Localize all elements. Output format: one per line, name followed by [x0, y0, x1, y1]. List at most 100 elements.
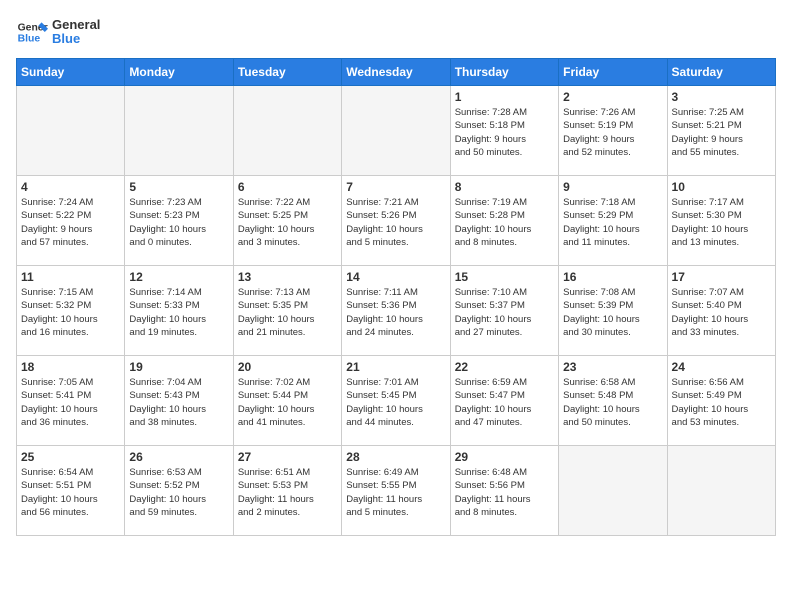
weekday-header: Monday [125, 59, 233, 86]
day-number: 22 [455, 360, 554, 374]
day-number: 6 [238, 180, 337, 194]
svg-text:Blue: Blue [18, 34, 41, 45]
day-number: 26 [129, 450, 228, 464]
calendar-cell: 15 Sunrise: 7:10 AM Sunset: 5:37 PM Dayli… [450, 266, 558, 356]
day-info: Sunrise: 7:19 AM Sunset: 5:28 PM Dayligh… [455, 196, 554, 249]
calendar-cell: 19 Sunrise: 7:04 AM Sunset: 5:43 PM Dayli… [125, 356, 233, 446]
logo-icon: General Blue [16, 16, 48, 48]
day-info: Sunrise: 6:53 AM Sunset: 5:52 PM Dayligh… [129, 466, 228, 519]
day-number: 14 [346, 270, 445, 284]
day-info: Sunrise: 7:13 AM Sunset: 5:35 PM Dayligh… [238, 286, 337, 339]
calendar-cell: 25 Sunrise: 6:54 AM Sunset: 5:51 PM Dayli… [17, 446, 125, 536]
day-info: Sunrise: 7:11 AM Sunset: 5:36 PM Dayligh… [346, 286, 445, 339]
day-info: Sunrise: 7:04 AM Sunset: 5:43 PM Dayligh… [129, 376, 228, 429]
calendar-cell: 27Sunrise: 6:51 AM Sunset: 5:53 PM Dayli… [233, 446, 341, 536]
weekday-header: Sunday [17, 59, 125, 86]
calendar-cell [17, 86, 125, 176]
day-info: Sunrise: 6:56 AM Sunset: 5:49 PM Dayligh… [672, 376, 771, 429]
calendar-cell: 29Sunrise: 6:48 AM Sunset: 5:56 PM Dayli… [450, 446, 558, 536]
calendar-table: SundayMondayTuesdayWednesdayThursdayFrid… [16, 58, 776, 536]
day-number: 5 [129, 180, 228, 194]
day-number: 4 [21, 180, 120, 194]
day-info: Sunrise: 7:23 AM Sunset: 5:23 PM Dayligh… [129, 196, 228, 249]
calendar-week-row: 1 Sunrise: 7:28 AM Sunset: 5:18 PM Daylig… [17, 86, 776, 176]
calendar-cell: 20Sunrise: 7:02 AM Sunset: 5:44 PM Dayli… [233, 356, 341, 446]
day-number: 23 [563, 360, 662, 374]
day-info: Sunrise: 7:17 AM Sunset: 5:30 PM Dayligh… [672, 196, 771, 249]
weekday-header: Thursday [450, 59, 558, 86]
calendar-cell: 14 Sunrise: 7:11 AM Sunset: 5:36 PM Dayli… [342, 266, 450, 356]
day-number: 7 [346, 180, 445, 194]
weekday-header: Saturday [667, 59, 775, 86]
day-number: 11 [21, 270, 120, 284]
calendar-cell: 6 Sunrise: 7:22 AM Sunset: 5:25 PM Daylig… [233, 176, 341, 266]
day-number: 15 [455, 270, 554, 284]
day-number: 1 [455, 90, 554, 104]
day-number: 27 [238, 450, 337, 464]
day-info: Sunrise: 7:15 AM Sunset: 5:32 PM Dayligh… [21, 286, 120, 339]
day-info: Sunrise: 7:14 AM Sunset: 5:33 PM Dayligh… [129, 286, 228, 339]
calendar-cell: 10 Sunrise: 7:17 AM Sunset: 5:30 PM Dayli… [667, 176, 775, 266]
calendar-cell: 18 Sunrise: 7:05 AM Sunset: 5:41 PM Dayli… [17, 356, 125, 446]
day-info: Sunrise: 7:02 AM Sunset: 5:44 PM Dayligh… [238, 376, 337, 429]
day-number: 9 [563, 180, 662, 194]
calendar-cell [233, 86, 341, 176]
calendar-cell: 24 Sunrise: 6:56 AM Sunset: 5:49 PM Dayli… [667, 356, 775, 446]
day-number: 19 [129, 360, 228, 374]
day-info: Sunrise: 7:10 AM Sunset: 5:37 PM Dayligh… [455, 286, 554, 339]
day-info: Sunrise: 7:21 AM Sunset: 5:26 PM Dayligh… [346, 196, 445, 249]
day-info: Sunrise: 7:24 AM Sunset: 5:22 PM Dayligh… [21, 196, 120, 249]
calendar-cell: 17 Sunrise: 7:07 AM Sunset: 5:40 PM Dayli… [667, 266, 775, 356]
day-info: Sunrise: 6:58 AM Sunset: 5:48 PM Dayligh… [563, 376, 662, 429]
day-number: 2 [563, 90, 662, 104]
calendar-cell [125, 86, 233, 176]
day-number: 24 [672, 360, 771, 374]
weekday-header: Wednesday [342, 59, 450, 86]
day-info: Sunrise: 7:25 AM Sunset: 5:21 PM Dayligh… [672, 106, 771, 159]
day-number: 21 [346, 360, 445, 374]
day-info: Sunrise: 7:28 AM Sunset: 5:18 PM Dayligh… [455, 106, 554, 159]
calendar-cell: 28 Sunrise: 6:49 AM Sunset: 5:55 PM Dayli… [342, 446, 450, 536]
logo: General Blue General Blue [16, 16, 100, 48]
day-number: 29 [455, 450, 554, 464]
calendar-cell [342, 86, 450, 176]
calendar-week-row: 11 Sunrise: 7:15 AM Sunset: 5:32 PM Dayli… [17, 266, 776, 356]
calendar-cell: 7 Sunrise: 7:21 AM Sunset: 5:26 PM Daylig… [342, 176, 450, 266]
calendar-cell: 26 Sunrise: 6:53 AM Sunset: 5:52 PM Dayli… [125, 446, 233, 536]
calendar-cell: 2 Sunrise: 7:26 AM Sunset: 5:19 PM Daylig… [559, 86, 667, 176]
page-header: General Blue General Blue [16, 16, 776, 48]
day-info: Sunrise: 7:22 AM Sunset: 5:25 PM Dayligh… [238, 196, 337, 249]
day-info: Sunrise: 7:01 AM Sunset: 5:45 PM Dayligh… [346, 376, 445, 429]
calendar-cell: 16 Sunrise: 7:08 AM Sunset: 5:39 PM Dayli… [559, 266, 667, 356]
weekday-header: Tuesday [233, 59, 341, 86]
day-number: 18 [21, 360, 120, 374]
calendar-week-row: 4 Sunrise: 7:24 AM Sunset: 5:22 PM Daylig… [17, 176, 776, 266]
calendar-cell: 1 Sunrise: 7:28 AM Sunset: 5:18 PM Daylig… [450, 86, 558, 176]
day-info: Sunrise: 6:49 AM Sunset: 5:55 PM Dayligh… [346, 466, 445, 519]
day-number: 8 [455, 180, 554, 194]
calendar-week-row: 25 Sunrise: 6:54 AM Sunset: 5:51 PM Dayli… [17, 446, 776, 536]
day-info: Sunrise: 6:54 AM Sunset: 5:51 PM Dayligh… [21, 466, 120, 519]
day-info: Sunrise: 7:05 AM Sunset: 5:41 PM Dayligh… [21, 376, 120, 429]
calendar-cell: 8 Sunrise: 7:19 AM Sunset: 5:28 PM Daylig… [450, 176, 558, 266]
calendar-cell: 5 Sunrise: 7:23 AM Sunset: 5:23 PM Daylig… [125, 176, 233, 266]
calendar-header-row: SundayMondayTuesdayWednesdayThursdayFrid… [17, 59, 776, 86]
calendar-cell: 9Sunrise: 7:18 AM Sunset: 5:29 PM Daylig… [559, 176, 667, 266]
day-number: 28 [346, 450, 445, 464]
calendar-cell [667, 446, 775, 536]
day-number: 10 [672, 180, 771, 194]
day-number: 17 [672, 270, 771, 284]
day-info: Sunrise: 7:08 AM Sunset: 5:39 PM Dayligh… [563, 286, 662, 339]
calendar-cell: 13 Sunrise: 7:13 AM Sunset: 5:35 PM Dayli… [233, 266, 341, 356]
day-number: 13 [238, 270, 337, 284]
logo-general: General [52, 18, 100, 32]
day-number: 25 [21, 450, 120, 464]
calendar-cell: 23 Sunrise: 6:58 AM Sunset: 5:48 PM Dayli… [559, 356, 667, 446]
day-number: 16 [563, 270, 662, 284]
day-info: Sunrise: 7:07 AM Sunset: 5:40 PM Dayligh… [672, 286, 771, 339]
calendar-cell: 12 Sunrise: 7:14 AM Sunset: 5:33 PM Dayli… [125, 266, 233, 356]
day-number: 12 [129, 270, 228, 284]
calendar-week-row: 18 Sunrise: 7:05 AM Sunset: 5:41 PM Dayli… [17, 356, 776, 446]
day-info: Sunrise: 7:26 AM Sunset: 5:19 PM Dayligh… [563, 106, 662, 159]
day-number: 3 [672, 90, 771, 104]
